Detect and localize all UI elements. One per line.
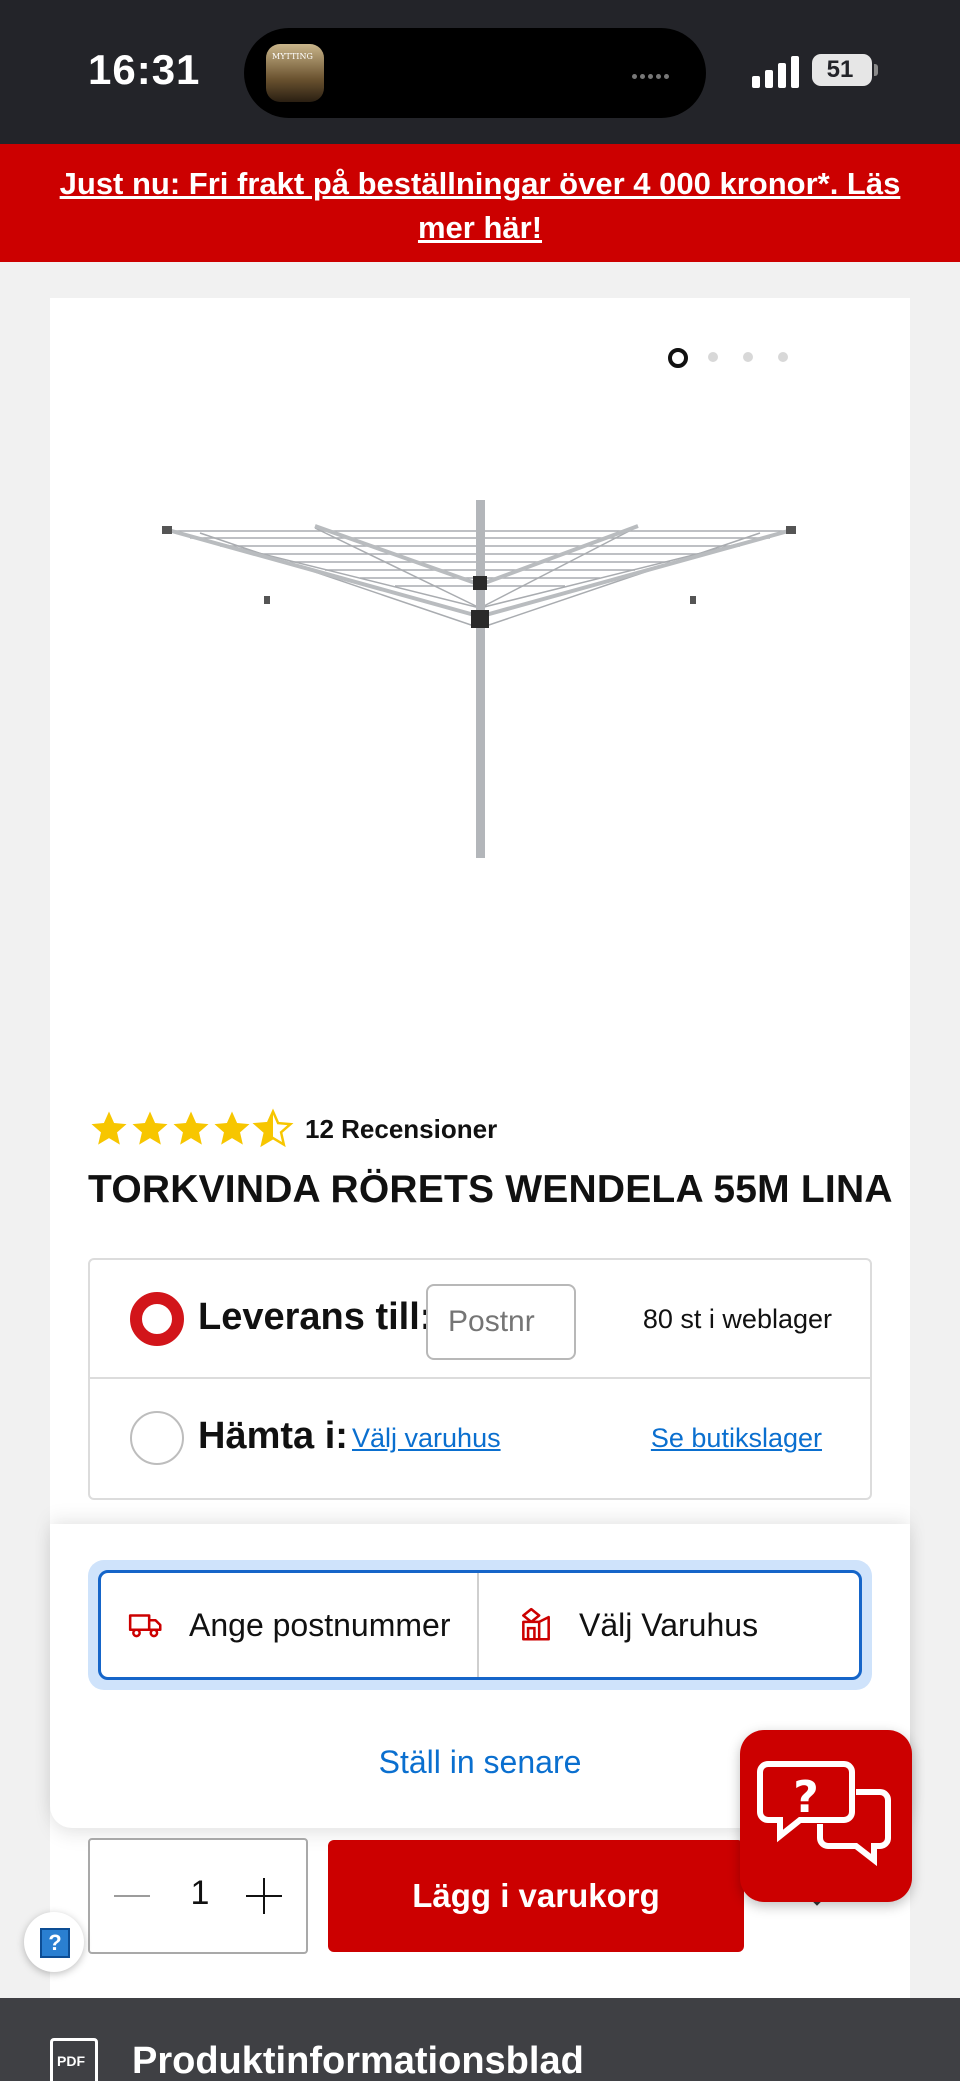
store-icon xyxy=(522,1607,550,1641)
svg-text:?: ? xyxy=(793,1772,819,1823)
choice-focus-ring: Ange postnummer Välj Varuhus xyxy=(88,1560,872,1690)
quantity-value[interactable]: 1 xyxy=(180,1874,220,1913)
postal-code-input[interactable] xyxy=(426,1284,576,1360)
delivery-label: Leverans till: xyxy=(198,1296,433,1338)
battery-level: 51 xyxy=(826,56,854,83)
product-info-sheet-label: Produktinformationsblad xyxy=(132,2040,584,2081)
enter-postal-code-button[interactable]: Ange postnummer xyxy=(101,1573,479,1677)
signal-icon xyxy=(752,56,800,88)
pickup-label: Hämta i: xyxy=(198,1415,348,1457)
product-image[interactable] xyxy=(160,488,800,868)
choose-store-button[interactable]: Välj Varuhus xyxy=(479,1573,859,1677)
enter-postal-code-label: Ange postnummer xyxy=(189,1606,451,1643)
battery-tip xyxy=(874,64,878,76)
star-full-icon xyxy=(214,1111,250,1145)
review-count[interactable]: 12 Recensioner xyxy=(305,1114,497,1145)
image-carousel-dots xyxy=(668,348,848,368)
help-icon[interactable]: ? xyxy=(24,1912,84,1972)
product-title: TORKVINDA RÖRETS WENDELA 55M LINA xyxy=(88,1168,893,1211)
delivery-option-row[interactable]: Leverans till: 80 st i weblager xyxy=(90,1260,870,1379)
audio-dots-icon xyxy=(632,66,680,79)
battery-icon: 51 xyxy=(812,54,872,86)
dynamic-island: MYTTING xyxy=(244,28,706,118)
choice-group: Ange postnummer Välj Varuhus xyxy=(98,1570,862,1680)
star-full-icon xyxy=(173,1111,209,1145)
add-to-cart-button[interactable]: Lägg i varukorg xyxy=(328,1840,744,1952)
pdf-icon: PDF xyxy=(50,2038,98,2081)
store-stock-link[interactable]: Se butikslager xyxy=(651,1423,822,1454)
pickup-option-row[interactable]: Hämta i: Välj varuhus Se butikslager xyxy=(90,1379,870,1498)
quantity-increase-button[interactable] xyxy=(242,1874,286,1918)
promo-banner: Just nu: Fri frakt på beställningar över… xyxy=(0,144,960,262)
chat-icon: ? xyxy=(757,1761,891,1867)
pickup-radio[interactable] xyxy=(130,1411,184,1465)
web-stock-text: 80 st i weblager xyxy=(642,1304,832,1334)
chat-button[interactable]: ? xyxy=(740,1730,912,1902)
now-playing-app-icon: MYTTING xyxy=(266,44,324,102)
delivery-radio[interactable] xyxy=(130,1292,184,1346)
star-full-icon xyxy=(132,1111,168,1145)
truck-icon xyxy=(128,1614,162,1638)
star-half-icon xyxy=(252,1108,294,1148)
product-rating[interactable]: 12 Recensioner xyxy=(88,1106,497,1152)
status-bar: 16:31 MYTTING 51 xyxy=(0,0,960,144)
status-time: 16:31 xyxy=(88,46,201,93)
carousel-dot-4[interactable] xyxy=(778,352,788,362)
rating-stars xyxy=(88,1108,294,1150)
product-info-sheet-bar[interactable]: PDF Produktinformationsblad xyxy=(0,1998,960,2081)
star-full-icon xyxy=(91,1111,127,1145)
choose-store-label: Välj Varuhus xyxy=(579,1606,759,1643)
carousel-dot-2[interactable] xyxy=(708,352,718,362)
quantity-decrease-button[interactable] xyxy=(110,1874,154,1918)
carousel-dot-3[interactable] xyxy=(743,352,753,362)
promo-link[interactable]: Just nu: Fri frakt på beställningar över… xyxy=(60,166,901,245)
carousel-dot-1[interactable] xyxy=(668,348,688,368)
pdf-icon-text: PDF xyxy=(57,2053,85,2069)
delivery-options: Leverans till: 80 st i weblager Hämta i:… xyxy=(88,1258,872,1500)
quantity-stepper: 1 xyxy=(88,1838,308,1954)
choose-store-link[interactable]: Välj varuhus xyxy=(352,1423,501,1454)
